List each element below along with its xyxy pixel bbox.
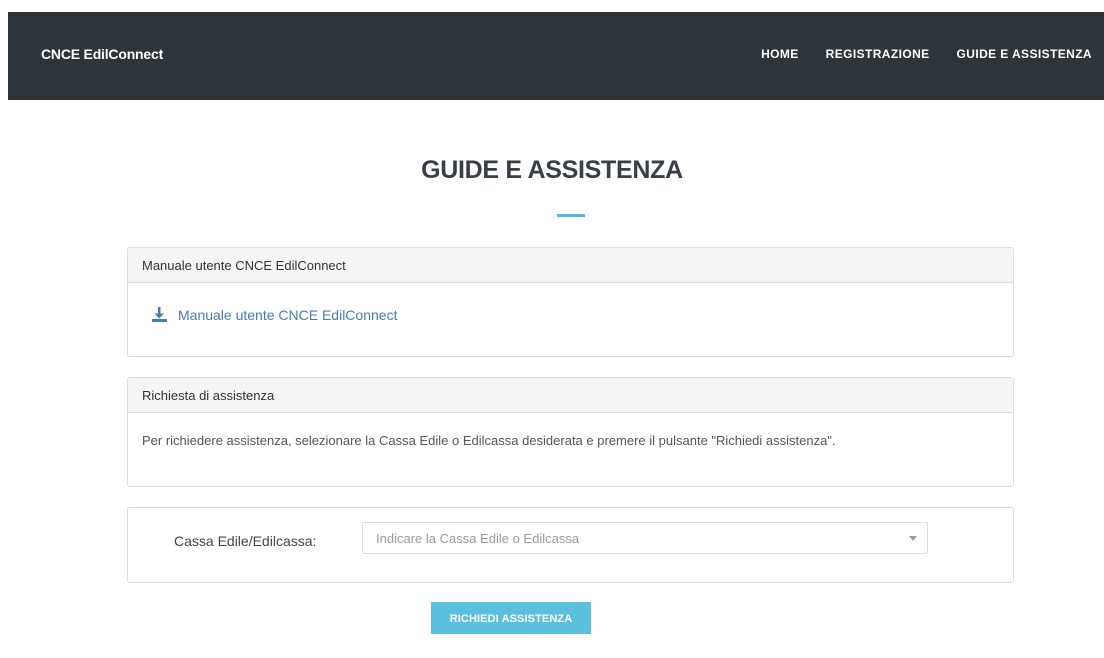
top-navbar: CNCE EdilConnect HOME REGISTRAZIONE GUID… [8, 12, 1104, 100]
brand-title[interactable]: CNCE EdilConnect [41, 46, 163, 62]
assistance-instructions: Per richiedere assistenza, selezionare l… [142, 433, 836, 448]
assistance-panel: Richiesta di assistenza Per richiedere a… [127, 377, 1014, 487]
nav-registrazione[interactable]: REGISTRAZIONE [826, 47, 930, 61]
assistance-panel-heading: Richiesta di assistenza [128, 378, 1013, 413]
nav-home[interactable]: HOME [761, 47, 799, 61]
cassa-select[interactable]: Indicare la Cassa Edile o Edilcassa [362, 522, 928, 554]
manual-panel-heading: Manuale utente CNCE EdilConnect [128, 248, 1013, 283]
manual-panel: Manuale utente CNCE EdilConnect Manuale … [127, 247, 1014, 357]
manual-link-label[interactable]: Manuale utente CNCE EdilConnect [178, 307, 397, 323]
download-icon [150, 306, 168, 324]
main-nav: HOME REGISTRAZIONE GUIDE E ASSISTENZA [761, 47, 1092, 61]
page: CNCE EdilConnect HOME REGISTRAZIONE GUID… [0, 0, 1104, 658]
chevron-down-icon [909, 536, 917, 541]
cassa-select-panel: Cassa Edile/Edilcassa: Indicare la Cassa… [127, 507, 1014, 583]
title-divider [557, 214, 585, 217]
nav-guide-assistenza[interactable]: GUIDE E ASSISTENZA [957, 47, 1092, 61]
cassa-select-placeholder: Indicare la Cassa Edile o Edilcassa [376, 531, 580, 546]
page-title: GUIDE E ASSISTENZA [421, 156, 683, 184]
cassa-select-label: Cassa Edile/Edilcassa: [174, 533, 317, 549]
request-assistance-button[interactable]: RICHIEDI ASSISTENZA [431, 602, 591, 634]
manual-download-link[interactable]: Manuale utente CNCE EdilConnect [150, 306, 397, 324]
